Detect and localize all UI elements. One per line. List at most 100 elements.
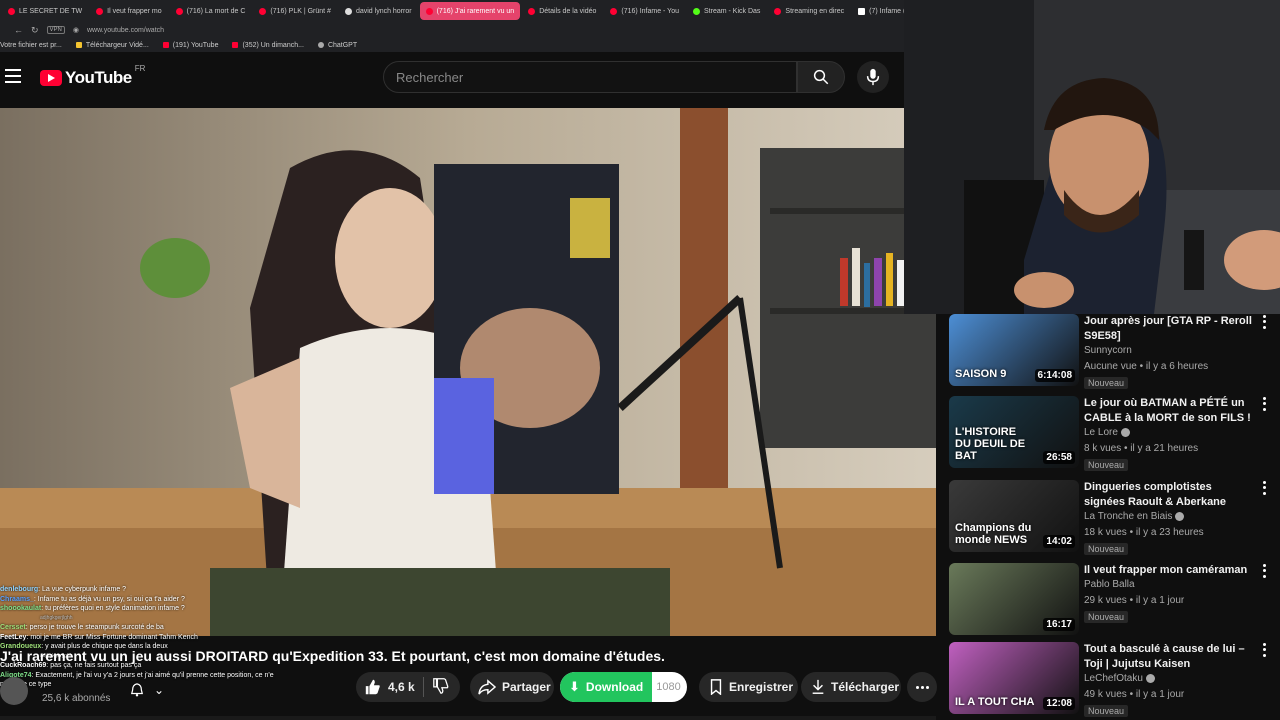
channel-name[interactable]: Pablo Balla [1084,579,1135,590]
chat-text: perso je trouve le steampunk surcoté de … [29,624,164,631]
reload-icon[interactable]: ↻ [31,25,39,36]
browser-tab[interactable]: (716) J'ai rarement vu un [419,2,521,20]
save-label: Enregistrer [729,680,794,694]
recommended-video-title[interactable]: Le jour où BATMAN a PÉTÉ un CABLE à la M… [1084,396,1254,426]
channel-name[interactable]: Le Lore [1084,427,1130,438]
browser-tab-label: Stream - Kick Das [704,7,761,15]
channel-name-label: Sunnycorn [1084,345,1132,356]
bookmark-label: ChatGPT [327,41,358,49]
bookmark-icon [710,679,722,695]
channel-name[interactable]: Sunnycorn [1084,345,1132,356]
recommended-video-title[interactable]: Il veut frapper mon caméraman [1084,563,1254,578]
search-input[interactable]: Rechercher [383,61,797,93]
browser-tab-label: Il veut frapper mo [107,7,162,15]
youtube-icon [425,7,433,15]
bookmark-label: (352) Un dimanch... [242,41,304,49]
video-options-icon[interactable] [1259,396,1269,412]
browser-tab-label: (7) Infame (@infam [869,7,904,15]
browser-tab[interactable]: (716) Infame - You [604,2,685,20]
video-thumbnail[interactable]: 16:17 [949,563,1079,635]
verified-icon [1145,674,1155,683]
channel-avatar[interactable] [0,677,28,705]
video-thumbnail[interactable]: L'HISTOIRE DU DEUIL DE BAT 26:58 [949,396,1079,468]
search-icon [344,7,352,15]
lock-icon[interactable]: ◉ [73,26,79,34]
recommended-video[interactable]: 16:17 Il veut frapper mon caméraman Pablo … [949,563,1269,641]
bookmark-item[interactable]: Votre fichier est pr... [0,42,62,49]
youtube-logo[interactable]: YouTube FR [40,64,145,88]
youtube-icon [528,7,536,15]
video-duration: 26:58 [1043,451,1075,464]
video-player[interactable] [0,108,936,636]
dislike-button[interactable] [432,677,450,698]
x-icon [858,7,866,15]
share-label: Partager [502,680,551,694]
back-icon[interactable]: ← [14,25,23,35]
bookmark-item[interactable]: ChatGPT [317,41,358,49]
like-count: 4,6 k [388,680,415,694]
browser-tab[interactable]: david lynch horror [339,2,418,20]
video-options-icon[interactable] [1259,314,1269,330]
recommended-video-title[interactable]: Dingueries complotistes signées Raoult &… [1084,480,1254,510]
browser-tab[interactable]: Streaming en direc [768,2,850,20]
vpn-badge[interactable]: VPN [46,26,65,34]
more-actions-button[interactable] [907,672,937,702]
folder-icon [75,42,82,48]
video-options-icon[interactable] [1259,563,1269,579]
video-thumbnail[interactable]: Champions du monde NEWS 14:02 [949,480,1079,552]
channel-name-label: La Tronche en Biais [1084,511,1173,522]
browser-tab-label: Streaming en direc [785,7,845,15]
recommended-video-title[interactable]: Jour après jour [GTA RP - Reroll S9E58] [1084,314,1254,344]
video-duration: 16:17 [1043,618,1075,631]
notification-bell-icon[interactable]: ⌄ [130,681,174,699]
recommended-video[interactable]: IL A TOUT CHA 12:08 Tout a basculé à cause… [949,642,1269,720]
browser-tab[interactable]: LE SECRET DE TW [2,2,88,20]
browser-tab[interactable]: Stream - Kick Das [687,2,766,20]
video-options-icon[interactable] [1259,480,1269,496]
video-duration: 14:02 [1043,535,1075,548]
share-button[interactable]: Partager [470,672,554,702]
new-badge: Nouveau [1084,705,1129,717]
save-button[interactable]: Enregistrer [699,672,798,702]
voice-search-button[interactable] [857,61,889,93]
chat-text: La vue cyberpunk infame ? [42,586,127,593]
video-thumbnail[interactable]: IL A TOUT CHA 12:08 [949,642,1079,714]
recommended-video[interactable]: Champions du monde NEWS 14:02 Dingueries c… [949,480,1269,558]
quality-select[interactable]: 1080 [652,681,680,693]
chat-text: moi je me BR sur Miss Fortune dominant T… [30,633,198,641]
search-button[interactable] [797,61,845,93]
thumbs-down-icon [432,677,449,694]
download-yt-button[interactable]: Télécharger [801,672,901,702]
channel-name[interactable]: La Tronche en Biais [1084,511,1185,522]
live-chat-overlay: denlebourg: La vue cyberpunk infame ? Chr… [0,585,300,690]
webcam-frame [904,0,1280,314]
chat-message: shoookaulat: tu préfères quoi en style d… [0,605,185,612]
url-text[interactable]: www.youtube.com/watch [87,27,164,34]
hamburger-menu-icon[interactable] [5,69,21,83]
chevron-down-icon[interactable]: ⌄ [154,683,164,697]
like-button[interactable]: 4,6 k [364,678,415,696]
search-icon [813,69,829,85]
browser-tab[interactable]: (716) La mort de C [170,2,252,20]
chat-message: denlebourg: La vue cyberpunk infame ? [0,586,127,593]
chat-message: FeetLey: moi je me BR sur Miss Fortune d… [0,633,198,641]
share-icon [478,679,496,695]
recommended-video[interactable]: L'HISTOIRE DU DEUIL DE BAT 26:58 Le jour o… [949,396,1269,474]
video-options-icon[interactable] [1259,642,1269,658]
chat-message: adjhgkgerjlghh [0,614,300,624]
bookmark-item[interactable]: Téléchargeur Vidé... [75,42,149,49]
download-label: Download [585,680,644,694]
browser-tab[interactable]: (7) Infame (@infam [852,2,904,20]
recommended-video[interactable]: SAISON 9 6:14:08 Jour après jour [GTA RP -… [949,314,1269,392]
bookmark-item[interactable]: (191) YouTube [162,42,218,49]
chat-text: tu préfères quoi en style danimation inf… [45,605,185,612]
browser-tab-label: david lynch horror [355,7,412,15]
browser-tab[interactable]: Détails de la vidéo [522,2,602,20]
browser-tab[interactable]: (716) PLK | Grünt # [253,2,337,20]
bookmark-item[interactable]: (352) Un dimanch... [232,41,304,49]
video-thumbnail[interactable]: SAISON 9 6:14:08 [949,314,1079,386]
download-button[interactable]: ⬇ Download [560,672,653,702]
browser-tab[interactable]: Il veut frapper mo [90,2,167,20]
channel-name[interactable]: LeChefOtaku [1084,673,1155,684]
recommended-video-title[interactable]: Tout a basculé à cause de lui – Toji | J… [1084,642,1254,672]
